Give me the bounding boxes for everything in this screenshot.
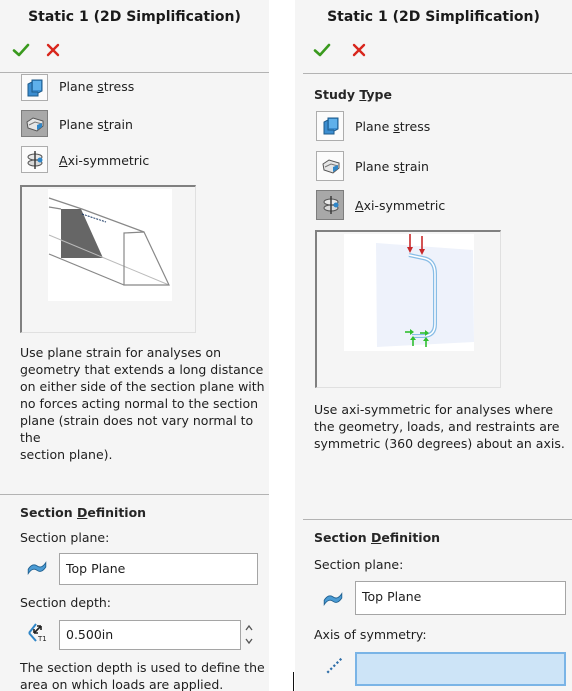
axi-symmetric-label: Axi-symmetric: [59, 153, 150, 168]
section-plane-label: Section plane:: [314, 557, 404, 572]
axi-symmetric-button[interactable]: [316, 190, 344, 220]
section-depth-icon: [26, 621, 48, 643]
plane-stress-icon: [25, 78, 45, 98]
spin-up-icon[interactable]: [244, 624, 254, 632]
plane-stress-button[interactable]: [21, 74, 48, 101]
property-manager-right: Static 1 (2D Simplification) Study Type …: [295, 0, 572, 691]
checkmark-icon: [11, 40, 31, 60]
plane-stress-button[interactable]: [316, 111, 344, 141]
spin-down-icon[interactable]: [244, 637, 254, 645]
ok-button[interactable]: [11, 40, 31, 60]
description-line: no forces acting normal to the section: [20, 396, 259, 411]
study-type-title: Study Type: [314, 87, 392, 102]
section-depth-label: Section depth:: [20, 595, 112, 610]
section-definition-title: Section Definition: [314, 530, 441, 545]
ok-button[interactable]: [312, 40, 332, 60]
axi-symmetric-icon: [321, 195, 341, 215]
axi-symmetric-illustration: [344, 234, 474, 351]
description-line: the geometry, loads, and restraints are: [314, 419, 560, 434]
description-line: Use axi-symmetric for analyses where: [314, 402, 554, 417]
property-manager-left: Static 1 (2D Simplification) Plane stres…: [0, 0, 269, 691]
plane-stress-label: Plane stress: [355, 119, 431, 134]
checkmark-icon: [312, 40, 332, 60]
plane-strain-icon: [321, 156, 341, 176]
plane-strain-label: Plane strain: [59, 117, 133, 132]
note-line: area on which loads are applied.: [20, 677, 224, 691]
panel-title: Static 1 (2D Simplification): [327, 9, 540, 25]
cancel-button[interactable]: [349, 40, 369, 60]
axi-symmetric-preview: [315, 230, 501, 388]
plane-stress-label: Plane stress: [59, 79, 135, 94]
axi-symmetric-button[interactable]: [21, 146, 48, 173]
description-line: plane (strain does not vary normal to th…: [20, 413, 254, 445]
section-plane-label: Section plane:: [20, 530, 110, 545]
divider: [0, 494, 269, 495]
study-type-description: Use plane strain for analyses on geometr…: [20, 344, 268, 463]
close-icon: [349, 40, 369, 60]
section-plane-field[interactable]: Top Plane: [59, 553, 258, 585]
section-plane-field[interactable]: Top Plane: [355, 581, 566, 615]
axis-icon: [324, 654, 346, 676]
divider: [303, 73, 572, 74]
description-line: section plane).: [20, 447, 113, 462]
text-cursor: [293, 672, 294, 691]
section-depth-input[interactable]: 0.500in: [59, 620, 241, 650]
section-definition-title: Section Definition: [20, 505, 147, 520]
axi-symmetric-icon: [25, 150, 45, 170]
plane-stress-icon: [321, 116, 341, 136]
note-line: The section depth is used to define the: [20, 660, 265, 675]
axis-of-symmetry-label: Axis of symmetry:: [314, 627, 427, 642]
plane-strain-label: Plane strain: [355, 159, 429, 174]
plane-strain-icon: [25, 114, 45, 134]
plane-strain-button[interactable]: [316, 151, 344, 181]
close-icon: [43, 40, 63, 60]
panel-title: Static 1 (2D Simplification): [28, 9, 241, 25]
cancel-button[interactable]: [43, 40, 63, 60]
axis-of-symmetry-field[interactable]: [355, 652, 566, 686]
description-line: symmetric (360 degrees) about an axis.: [314, 436, 565, 451]
plane-icon: [322, 587, 344, 609]
description-line: on either side of the section plane with: [20, 379, 265, 394]
study-type-description: Use axi-symmetric for analyses where the…: [314, 401, 569, 452]
axi-symmetric-label: Axi-symmetric: [355, 198, 446, 213]
divider: [0, 72, 269, 73]
divider: [303, 519, 572, 520]
section-depth-note: The section depth is used to define the …: [20, 659, 268, 691]
section-depth-spinner[interactable]: [242, 620, 256, 650]
plane-icon: [26, 556, 48, 578]
description-line: geometry that extends a long distance: [20, 362, 264, 377]
plane-strain-illustration: [48, 189, 172, 301]
description-line: Use plane strain for analyses on: [20, 345, 222, 360]
plane-strain-preview: [20, 185, 196, 333]
plane-strain-button[interactable]: [21, 110, 48, 137]
